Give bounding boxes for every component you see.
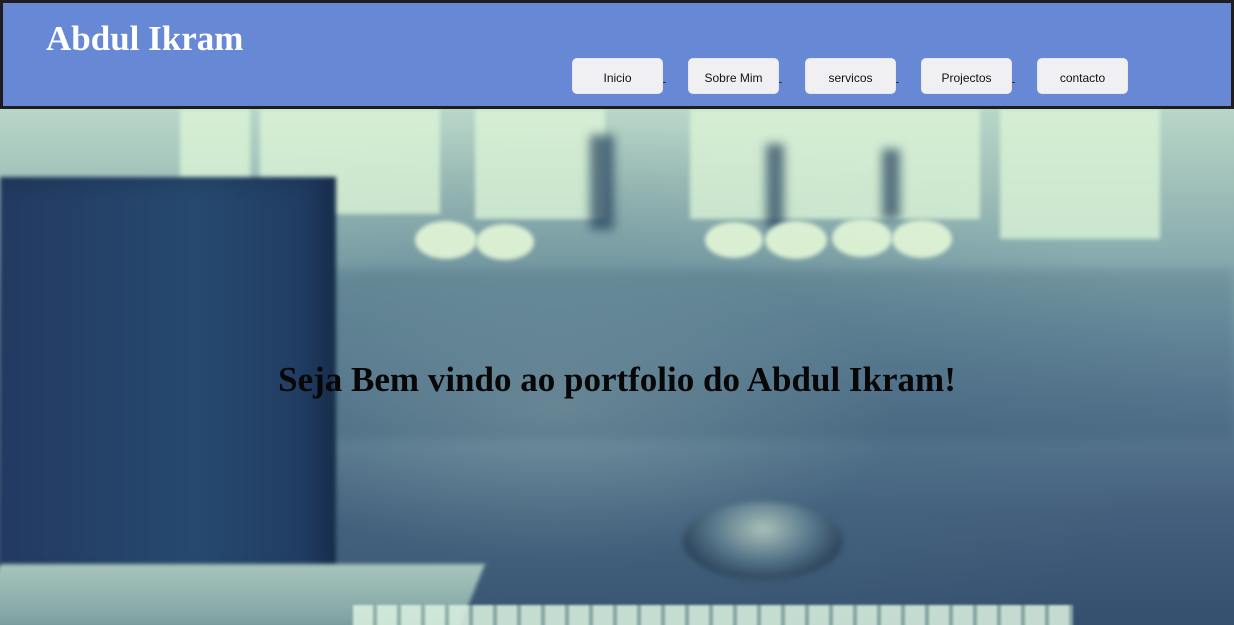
blurred-window-frame — [766, 144, 784, 229]
blurred-window-frame — [882, 149, 900, 219]
blurred-cup — [683, 502, 843, 580]
blurred-light-bulb — [765, 221, 827, 259]
blurred-window-light — [475, 109, 605, 219]
nav-projectos-button[interactable]: Projectos — [921, 58, 1012, 94]
blurred-window-light — [690, 109, 980, 219]
blurred-window-light — [1000, 109, 1160, 239]
blurred-light-bulb — [415, 221, 477, 259]
nav-sobre-mim-button[interactable]: Sobre Mim — [688, 58, 779, 94]
blurred-window-frame — [590, 135, 614, 230]
nav-separator — [1012, 82, 1015, 83]
nav-separator — [663, 82, 666, 83]
site-header: Abdul Ikram Inicio Sobre Mim servicos Pr… — [0, 0, 1234, 109]
blurred-light-bulb — [832, 219, 892, 257]
nav-separator — [779, 82, 782, 83]
blurred-light-bulb — [476, 224, 534, 260]
blurred-light-bulb — [705, 222, 763, 258]
portfolio-page: Abdul Ikram Inicio Sobre Mim servicos Pr… — [0, 0, 1234, 625]
site-title: Abdul Ikram — [46, 19, 244, 58]
nav-inicio-button[interactable]: Inicio — [572, 58, 663, 94]
nav-servicos-button[interactable]: servicos — [805, 58, 896, 94]
blurred-light-bulb — [892, 220, 952, 258]
blurred-keyboard — [353, 605, 1073, 625]
welcome-message: Seja Bem vindo ao portfolio do Abdul Ikr… — [278, 360, 956, 399]
nav-contacto-button[interactable]: contacto — [1037, 58, 1128, 94]
hero-section: Seja Bem vindo ao portfolio do Abdul Ikr… — [0, 109, 1234, 625]
nav-separator — [896, 82, 899, 83]
